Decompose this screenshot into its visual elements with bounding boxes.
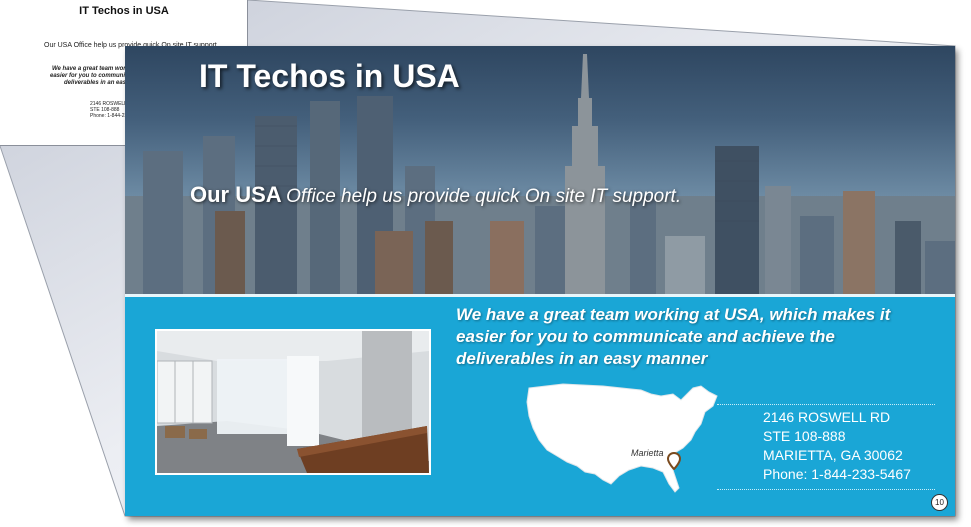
slide-title: IT Techos in USA (199, 58, 460, 94)
usa-map-icon (526, 383, 718, 493)
thumbnail-title: IT Techos in USA (79, 5, 169, 17)
map-pin-icon (667, 452, 681, 470)
team-description-line: We have a great team working at USA, whi… (456, 305, 891, 324)
section-divider (125, 294, 955, 297)
team-description-line: deliverables in an easy manner (456, 349, 708, 368)
address-street: 2146 ROSWELL RD (763, 409, 891, 425)
slide-subtitle: Our USA Office help us provide quick On … (190, 182, 681, 208)
address-city: MARIETTA, GA 30062 (763, 447, 903, 463)
subtitle-italic-text: Office help us provide quick On site IT … (286, 186, 682, 207)
city-skyline-image: IT Techos in USA Our USA Office help us … (125, 46, 955, 294)
slide-page-number: 10 (931, 494, 948, 511)
enlarged-slide: IT Techos in USA Our USA Office help us … (125, 46, 955, 516)
office-address: 2146 ROSWELL RD STE 108-888 MARIETTA, GA… (717, 404, 935, 490)
address-phone: Phone: 1-844-233-5467 (763, 466, 911, 482)
subtitle-bold-text: Our USA (190, 182, 282, 207)
team-description-line: easier for you to communicate and achiev… (456, 327, 835, 346)
address-suite: STE 108-888 (763, 428, 846, 444)
office-photo (155, 329, 431, 475)
map-location-label: Marietta (631, 448, 664, 458)
office-illustration (157, 331, 429, 473)
team-description: We have a great team working at USA, whi… (456, 304, 951, 370)
